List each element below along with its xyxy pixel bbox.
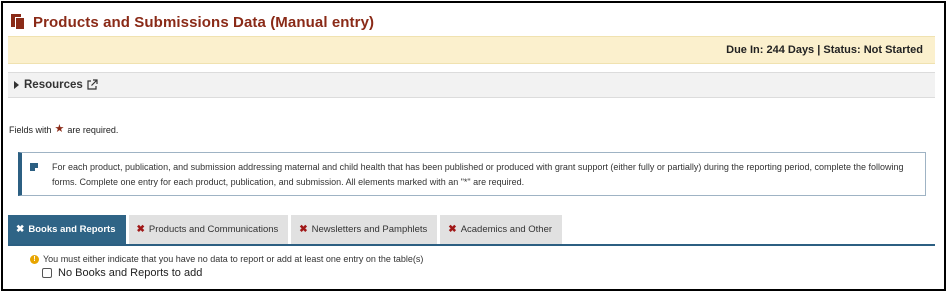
due-status-text: Due In: 244 Days | Status: Not Started (726, 44, 923, 56)
required-star-icon: ★ (54, 123, 65, 135)
required-note-suffix: are required. (67, 124, 119, 135)
close-x-icon: ✖ (299, 224, 308, 235)
tab-label: Products and Communications (148, 224, 279, 235)
close-x-icon: ✖ (16, 224, 25, 235)
tab-label: Academics and Other (460, 224, 553, 235)
validation-warning: ! You must either indicate that you have… (30, 254, 423, 264)
tab-label: Newsletters and Pamphlets (311, 224, 428, 235)
close-x-icon: ✖ (448, 224, 457, 235)
tab-newsletters-and-pamphlets[interactable]: ✖ Newsletters and Pamphlets (291, 215, 438, 244)
document-copy-icon (11, 14, 25, 30)
tab-label: Books and Reports (28, 224, 116, 235)
required-note-prefix: Fields with (9, 124, 52, 135)
resources-label: Resources (24, 79, 83, 91)
page-title: Products and Submissions Data (Manual en… (33, 13, 375, 31)
required-fields-note: Fields with ★ are required. (9, 124, 118, 135)
warning-text: You must either indicate that you have n… (43, 254, 424, 264)
page-header: Products and Submissions Data (Manual en… (11, 11, 374, 33)
info-text: For each product, publication, and submi… (52, 162, 904, 187)
caret-right-icon (14, 81, 19, 89)
warning-icon: ! (30, 254, 39, 264)
no-books-and-reports-checkbox[interactable] (42, 268, 52, 278)
tab-products-and-communications[interactable]: ✖ Products and Communications (128, 215, 289, 244)
tab-bar: ✖ Books and Reports ✖ Products and Commu… (8, 215, 935, 246)
close-x-icon: ✖ (136, 224, 145, 235)
resources-toggle[interactable]: Resources (8, 72, 935, 98)
no-data-checkbox-row[interactable]: No Books and Reports to add (42, 267, 202, 279)
external-link-icon[interactable] (86, 79, 98, 91)
info-note-icon (30, 163, 38, 171)
tab-books-and-reports[interactable]: ✖ Books and Reports (8, 215, 126, 244)
tab-academics-and-other[interactable]: ✖ Academics and Other (440, 215, 563, 244)
status-bar: Due In: 244 Days | Status: Not Started (8, 36, 935, 64)
info-alert: For each product, publication, and submi… (18, 152, 926, 196)
checkbox-label[interactable]: No Books and Reports to add (58, 267, 202, 279)
